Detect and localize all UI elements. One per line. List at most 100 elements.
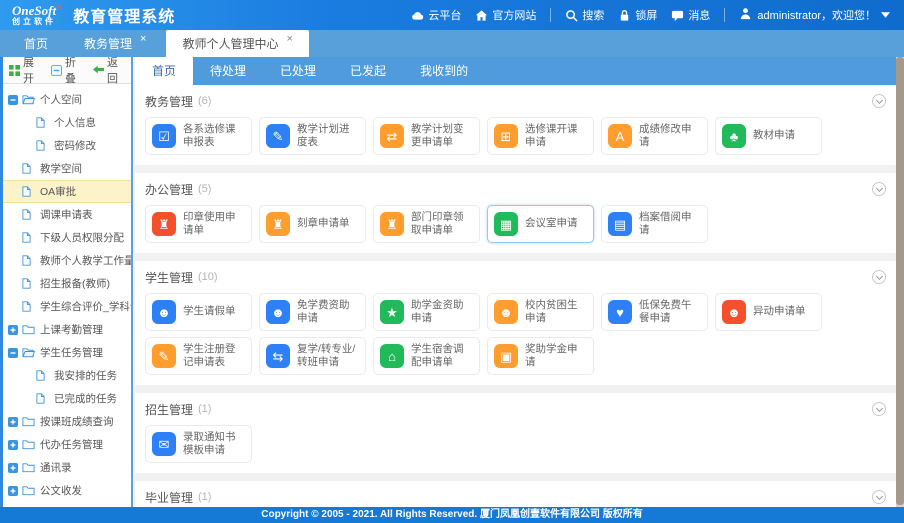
free-lunch-icon: ♥ bbox=[608, 300, 632, 324]
close-icon[interactable]: × bbox=[140, 33, 146, 45]
nav-label: 官方网站 bbox=[492, 7, 536, 23]
sidebar-item[interactable]: 教学空间 bbox=[3, 157, 131, 180]
tree-item-label: 我安排的任务 bbox=[54, 368, 117, 383]
sidebar-item[interactable]: OA审批 bbox=[3, 180, 131, 203]
card-grid: ✉录取通知书模板申请 bbox=[145, 425, 886, 463]
sidebar-item[interactable]: 代办任务管理 bbox=[3, 433, 131, 456]
app-card[interactable]: ⊞选修课开课申请 bbox=[487, 117, 594, 155]
sidebar-toolbar: 展开折叠返回 bbox=[3, 57, 131, 84]
sidebar-item[interactable]: 个人信息 bbox=[3, 111, 131, 134]
app-card[interactable]: ☻学生请假单 bbox=[145, 293, 252, 331]
toolbar-expand-all-button[interactable]: 展开 bbox=[9, 57, 41, 86]
folder-open-icon bbox=[22, 94, 35, 106]
app-card[interactable]: ▣奖助学金申请 bbox=[487, 337, 594, 375]
collapse-section-icon[interactable] bbox=[872, 270, 886, 284]
section-header: 学生管理(10) bbox=[145, 269, 886, 285]
app-card[interactable]: ☑各系选修课申报表 bbox=[145, 117, 252, 155]
app-card[interactable]: ★助学金资助申请 bbox=[373, 293, 480, 331]
scrollbar-thumb[interactable] bbox=[896, 57, 904, 505]
content-tab-2[interactable]: 待处理 bbox=[193, 57, 263, 85]
window-tab-label: 教师个人管理中心 bbox=[182, 35, 278, 52]
textbook-icon: ♣ bbox=[722, 124, 746, 148]
app-card[interactable]: ▦会议室申请 bbox=[487, 205, 594, 243]
app-card[interactable]: ✎教学计划进度表 bbox=[259, 117, 366, 155]
sidebar-item[interactable]: 个人空间 bbox=[3, 88, 131, 111]
app-card[interactable]: ✉录取通知书模板申请 bbox=[145, 425, 252, 463]
lock-icon bbox=[618, 9, 631, 22]
collapse-section-icon[interactable] bbox=[872, 94, 886, 108]
app-card[interactable]: ✎学生注册登记申请表 bbox=[145, 337, 252, 375]
card-label: 成绩修改申请 bbox=[639, 123, 701, 149]
tree-item-label: 个人空间 bbox=[40, 92, 82, 107]
content-tab-3[interactable]: 已处理 bbox=[263, 57, 333, 85]
card-label: 校内贫困生申请 bbox=[525, 299, 587, 325]
app-card[interactable]: ♜部门印章领取申请单 bbox=[373, 205, 480, 243]
sidebar-item[interactable]: 公文收发 bbox=[3, 479, 131, 502]
tree-item-label: 学生综合评价_学科评价 bbox=[40, 299, 131, 314]
section-count: (1) bbox=[198, 403, 211, 415]
message-icon bbox=[671, 9, 684, 22]
nav-cloud-platform[interactable]: 云平台 bbox=[411, 7, 461, 23]
window-tab-3[interactable]: 教师个人管理中心 × bbox=[166, 30, 308, 57]
toolbar-back-button[interactable]: 返回 bbox=[93, 57, 125, 86]
sidebar-item[interactable]: 招生报备(教师) bbox=[3, 272, 131, 295]
app-card[interactable]: ⌂学生宿舍调配申请单 bbox=[373, 337, 480, 375]
app-card[interactable]: ☻异动申请单 bbox=[715, 293, 822, 331]
sidebar-item[interactable]: 调课申请表 bbox=[3, 203, 131, 226]
file-icon bbox=[36, 393, 49, 405]
content-tab-5[interactable]: 我收到的 bbox=[403, 57, 485, 85]
nav-messages[interactable]: 消息 bbox=[671, 7, 710, 23]
sidebar-item[interactable]: 通讯录 bbox=[3, 456, 131, 479]
cloud-icon bbox=[411, 9, 424, 22]
app-card[interactable]: ⇄教学计划变更申请单 bbox=[373, 117, 480, 155]
folder-icon bbox=[22, 485, 35, 497]
collapse-section-icon[interactable] bbox=[872, 490, 886, 504]
collapse-section-icon[interactable] bbox=[872, 402, 886, 416]
app-card[interactable]: ☻免学费资助申请 bbox=[259, 293, 366, 331]
sidebar-item[interactable]: 我安排的任务 bbox=[3, 364, 131, 387]
section: 教务管理(6)☑各系选修课申报表✎教学计划进度表⇄教学计划变更申请单⊞选修课开课… bbox=[135, 85, 896, 165]
back-icon bbox=[93, 65, 104, 76]
card-label: 刻章申请单 bbox=[297, 217, 350, 230]
app-card[interactable]: ♜印章使用申请单 bbox=[145, 205, 252, 243]
card-label: 奖助学金申请 bbox=[525, 343, 587, 369]
grant-aid-icon: ★ bbox=[380, 300, 404, 324]
sidebar-item[interactable]: 上课考勤管理 bbox=[3, 318, 131, 341]
nav-search[interactable]: 搜索 bbox=[565, 7, 604, 23]
window-tab-1[interactable]: 首页 bbox=[8, 30, 64, 57]
user-icon bbox=[739, 7, 752, 23]
toolbar-collapse-all-button[interactable]: 折叠 bbox=[51, 57, 83, 86]
tree-item-label: 招生报备(教师) bbox=[40, 276, 110, 291]
minus-box-icon bbox=[8, 348, 18, 358]
vertical-scrollbar[interactable] bbox=[896, 57, 904, 507]
app-card[interactable]: ♜刻章申请单 bbox=[259, 205, 366, 243]
nav-official-site[interactable]: 官方网站 bbox=[475, 7, 536, 23]
user-menu[interactable]: administrator，欢迎您！ bbox=[739, 7, 890, 23]
content-tab-1[interactable]: 首页 bbox=[135, 57, 193, 85]
sidebar-item[interactable]: 学生任务管理 bbox=[3, 341, 131, 364]
collapse-section-icon[interactable] bbox=[872, 182, 886, 196]
folder-icon bbox=[22, 324, 35, 336]
file-icon bbox=[22, 301, 35, 313]
sidebar-item[interactable]: 学生综合评价_学科评价 bbox=[3, 295, 131, 318]
card-grid: ☻学生请假单☻免学费资助申请★助学金资助申请☻校内贫困生申请♥低保免费午餐申请☻… bbox=[145, 293, 886, 375]
section: 学生管理(10) ☻学生请假单☻免学费资助申请★助学金资助申请☻校内贫困生申请♥低… bbox=[135, 261, 896, 385]
sidebar-item[interactable]: 下级人员权限分配 bbox=[3, 226, 131, 249]
sidebar-item[interactable]: 密码修改 bbox=[3, 134, 131, 157]
sidebar-item[interactable]: 已完成的任务 bbox=[3, 387, 131, 410]
sidebar-item[interactable]: 按课班成绩查询 bbox=[3, 410, 131, 433]
app-card[interactable]: ♥低保免费午餐申请 bbox=[601, 293, 708, 331]
sidebar-item[interactable]: 教师个人教学工作量登记表 bbox=[3, 249, 131, 272]
section-header: 招生管理(1) bbox=[145, 401, 886, 417]
app-card[interactable]: A成绩修改申请 bbox=[601, 117, 708, 155]
app-card[interactable]: ⇆复学/转专业/转班申请 bbox=[259, 337, 366, 375]
close-icon[interactable]: × bbox=[286, 33, 292, 45]
window-tab-2[interactable]: 教务管理× bbox=[68, 30, 162, 57]
tree-item-label: 按课班成绩查询 bbox=[40, 414, 114, 429]
archive-icon: ▤ bbox=[608, 212, 632, 236]
app-card[interactable]: ♣教材申请 bbox=[715, 117, 822, 155]
nav-lock-screen[interactable]: 锁屏 bbox=[618, 7, 657, 23]
content-tab-4[interactable]: 已发起 bbox=[333, 57, 403, 85]
app-card[interactable]: ☻校内贫困生申请 bbox=[487, 293, 594, 331]
app-card[interactable]: ▤档案借阅申请 bbox=[601, 205, 708, 243]
